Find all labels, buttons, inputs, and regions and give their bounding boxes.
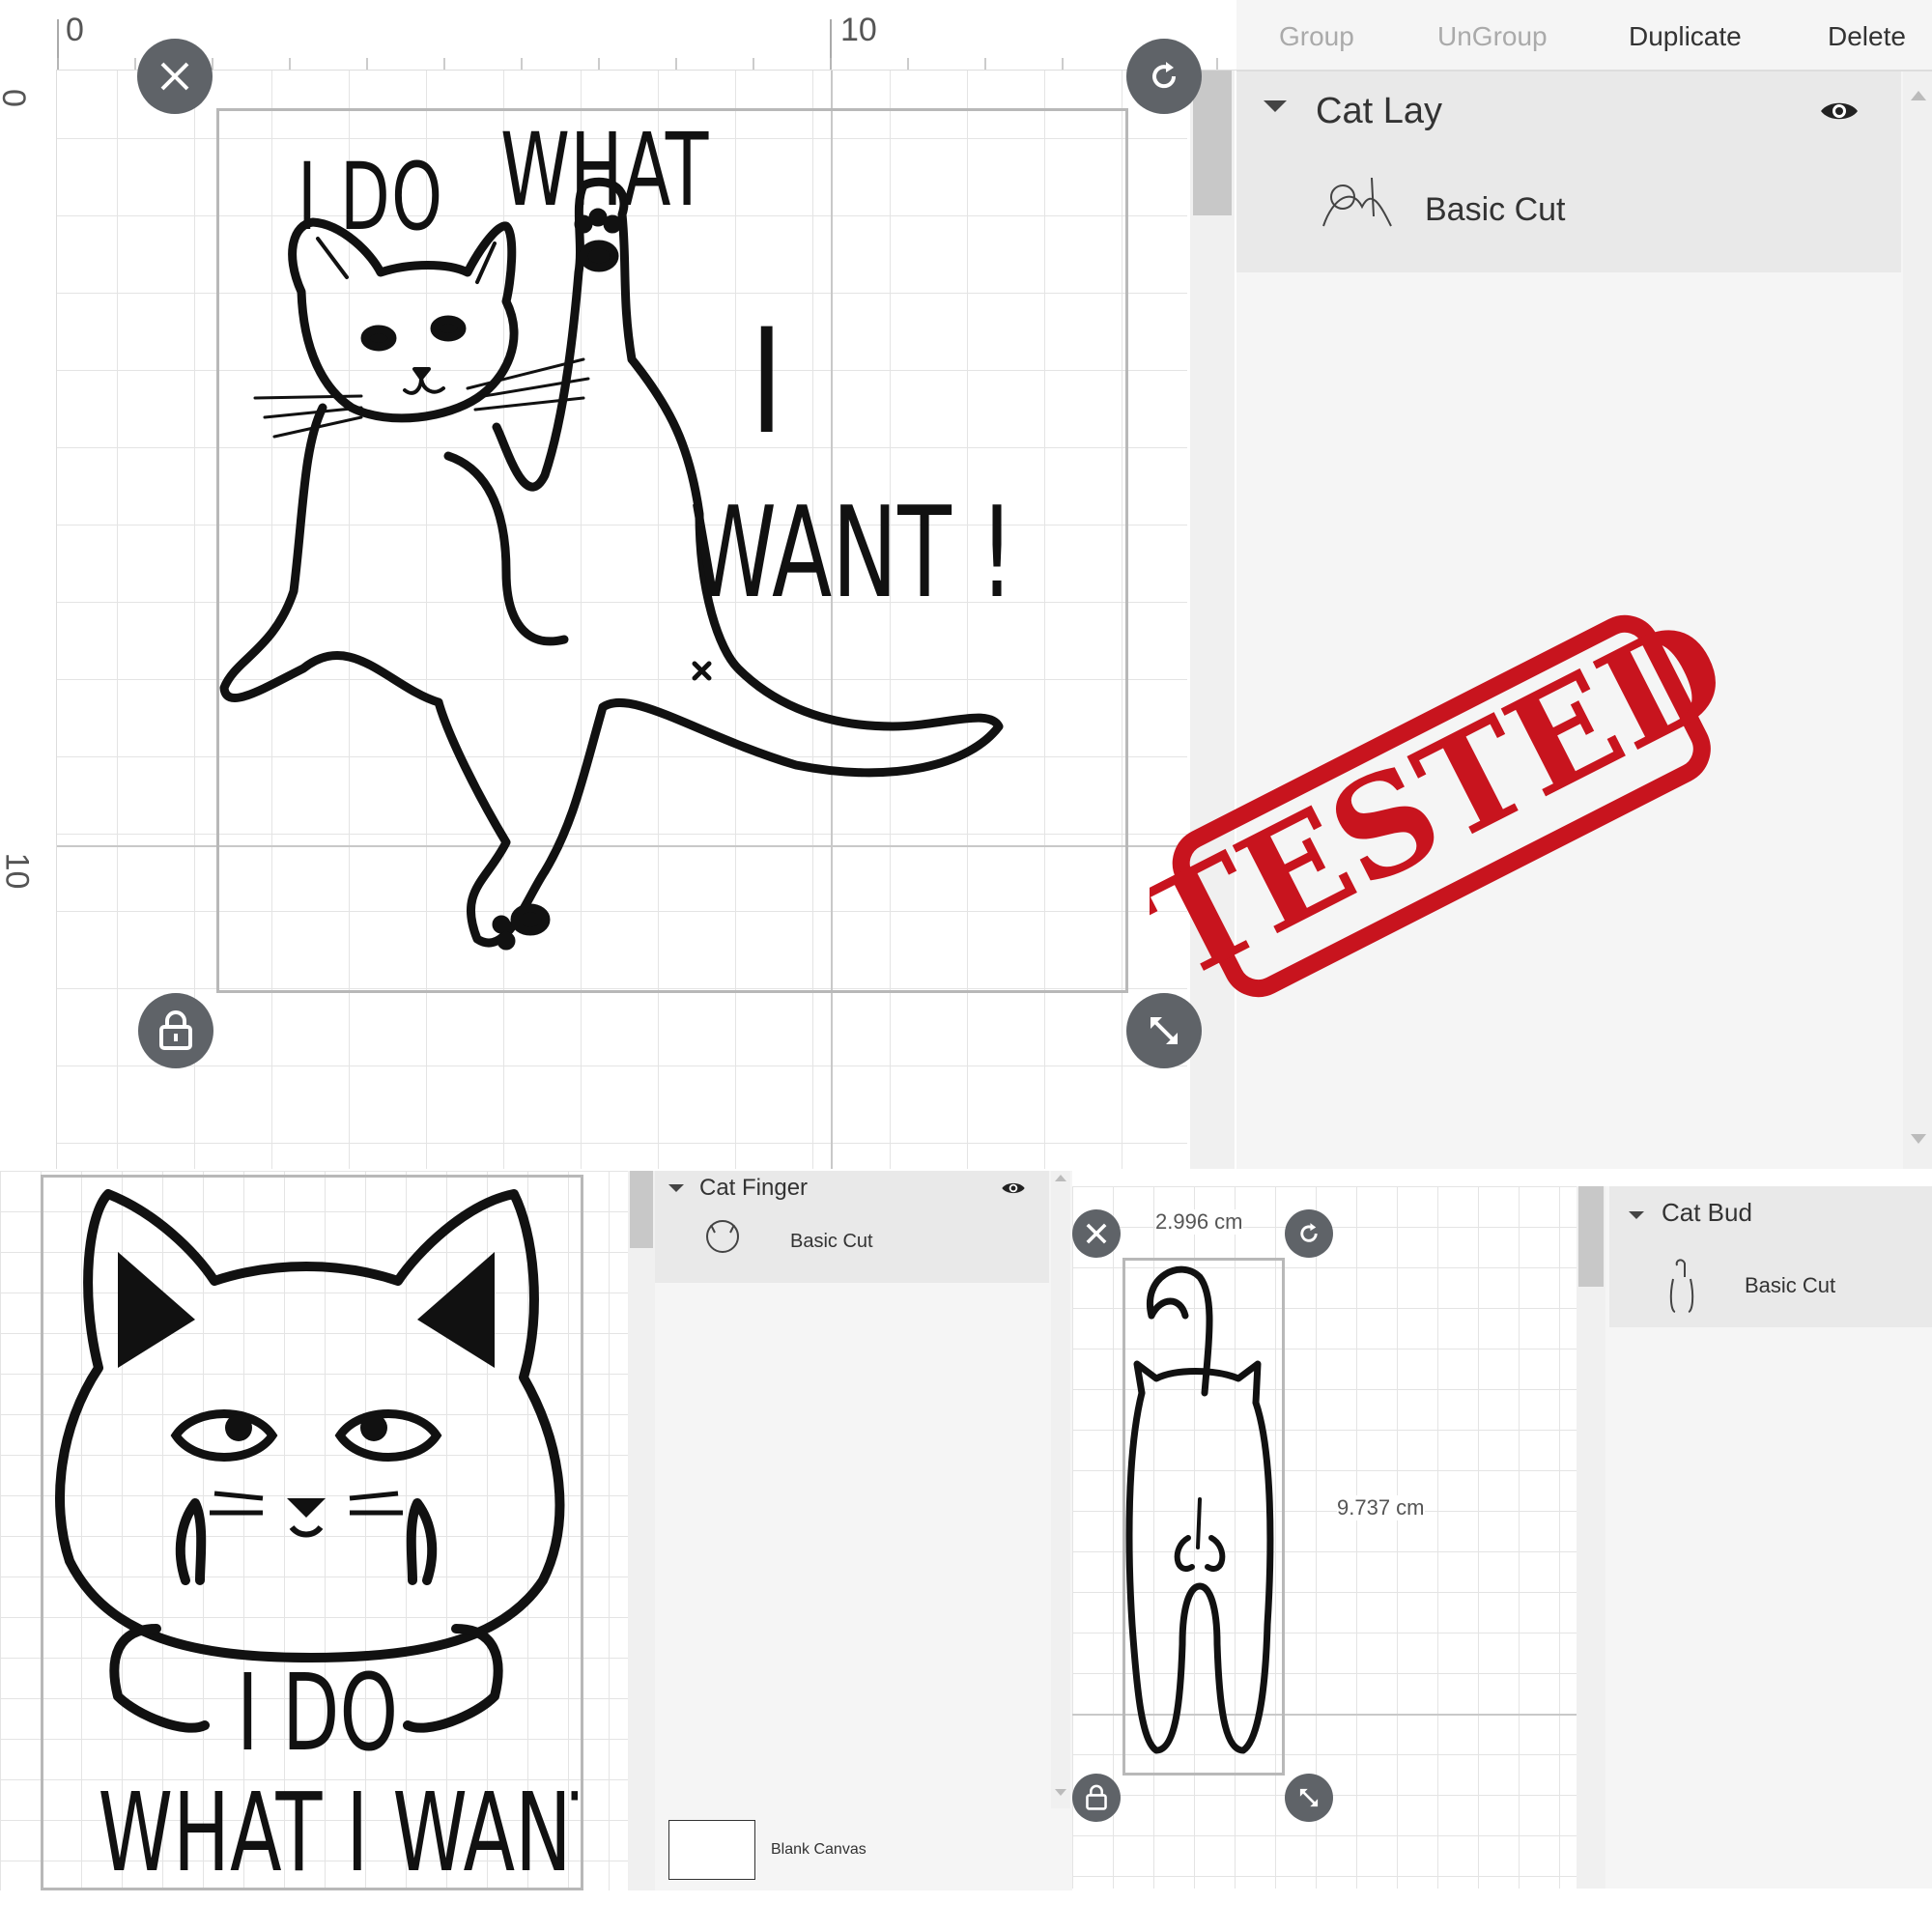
delete-button[interactable]: Delete (1828, 21, 1906, 52)
cat-bud-design[interactable] (1122, 1258, 1279, 1770)
panel-middle-scrollbar-thumb[interactable] (630, 1171, 653, 1248)
blank-canvas-label: Blank Canvas (771, 1841, 867, 1858)
design-text-i-do: I DO (298, 143, 443, 251)
eye-icon[interactable] (1001, 1180, 1026, 1196)
close-icon (1086, 1223, 1107, 1244)
horizontal-ruler-ticks (57, 19, 1218, 70)
close-icon (160, 62, 189, 91)
resize-handle-button[interactable] (1285, 1774, 1333, 1822)
layer-group-cat-finger[interactable]: Cat Finger Basic Cut (655, 1171, 1049, 1283)
layer-sub-label: Basic Cut (1745, 1273, 1836, 1297)
rotate-handle-button[interactable] (1126, 39, 1202, 114)
ruler-label-ten-vertical: 10 (0, 852, 36, 890)
rotate-handle-button[interactable] (1285, 1209, 1333, 1258)
bud-canvas[interactable]: 2.996 cm 9.737 cm (1072, 1186, 1577, 1889)
blank-canvas-swatch[interactable] (668, 1820, 755, 1880)
horizontal-ruler: 0 10 (56, 0, 1236, 71)
lock-handle-button[interactable] (138, 993, 213, 1068)
delete-handle-button[interactable] (137, 39, 213, 114)
layer-sub-label: Basic Cut (1425, 191, 1566, 228)
lock-icon (1086, 1784, 1107, 1810)
top-toolbar: Group UnGroup Duplicate Delete (1236, 0, 1932, 71)
layer-name[interactable]: Cat Finger (699, 1175, 808, 1202)
layer-name[interactable]: Cat Bud (1662, 1198, 1752, 1228)
panel-middle-scroll-track[interactable] (1051, 1171, 1070, 1808)
finger-text-line1: I DO (237, 1652, 398, 1775)
layer-thumbnail (706, 1220, 739, 1253)
layers-panel-middle: Cat Finger Basic Cut Blank Canvas (628, 1171, 1072, 1890)
layer-sub-label: Basic Cut (790, 1231, 873, 1252)
scroll-up-arrow-icon[interactable] (1911, 91, 1926, 100)
design-text-what: WHAT (500, 113, 709, 229)
lock-icon (159, 1010, 192, 1050)
panel-right-scrollbar-thumb[interactable] (1578, 1186, 1604, 1287)
layer-thumbnail (1322, 177, 1392, 227)
panel-scrollbar[interactable] (1903, 71, 1932, 1169)
height-dimension-label: 9.737 cm (1337, 1495, 1425, 1520)
caret-down-icon[interactable] (1629, 1211, 1644, 1219)
finger-text-line2: WHAT I WANT (99, 1770, 579, 1885)
rotate-icon (1152, 62, 1177, 89)
layer-group-cat-lay[interactable]: Cat Lay Basic Cut (1236, 71, 1901, 272)
layers-panel-right: Cat Bud Basic Cut (1577, 1186, 1932, 1889)
delete-handle-button[interactable] (1072, 1209, 1121, 1258)
caret-down-icon[interactable] (668, 1184, 684, 1192)
ungroup-button[interactable]: UnGroup (1437, 21, 1548, 52)
lock-handle-button[interactable] (1072, 1774, 1121, 1822)
bottom-left-canvas[interactable]: I DO WHAT I WANT (0, 1171, 628, 1890)
rotate-icon (1300, 1223, 1318, 1242)
layer-thumbnail (1669, 1259, 1694, 1313)
cat-finger-design[interactable]: I DO WHAT I WANT (41, 1175, 578, 1885)
layer-name[interactable]: Cat Lay (1316, 91, 1442, 132)
group-button[interactable]: Group (1279, 21, 1354, 52)
resize-icon (1299, 1788, 1319, 1807)
caret-down-icon[interactable] (1264, 100, 1287, 112)
cat-lay-design[interactable]: I DO WHAT I WANT ! (216, 108, 1122, 987)
scroll-down-arrow-icon[interactable] (1055, 1789, 1066, 1796)
top-canvas-area: 0 10 0 10 (0, 0, 1236, 1169)
panel-right-scrollbar[interactable] (1577, 1186, 1605, 1889)
design-text-i: I (750, 298, 783, 467)
canvas-scrollbar-thumb[interactable] (1193, 71, 1232, 215)
width-dimension-label: 2.996 cm (1155, 1209, 1243, 1235)
scroll-down-arrow-icon[interactable] (1911, 1134, 1926, 1144)
ruler-label-zero-vertical: 0 (0, 89, 32, 107)
vertical-ruler: 0 10 (0, 70, 57, 1169)
panel-middle-scrollbar[interactable] (628, 1171, 655, 1890)
ruler-label-zero: 0 (66, 12, 84, 48)
scroll-up-arrow-icon[interactable] (1055, 1175, 1066, 1181)
ruler-label-ten: 10 (840, 12, 877, 48)
layer-group-cat-bud[interactable]: Cat Bud Basic Cut (1609, 1186, 1932, 1327)
duplicate-button[interactable]: Duplicate (1629, 21, 1742, 52)
eye-icon[interactable] (1819, 99, 1860, 124)
tested-stamp: TESTED (1150, 587, 1729, 1011)
design-text-want: WANT ! (690, 481, 1014, 627)
